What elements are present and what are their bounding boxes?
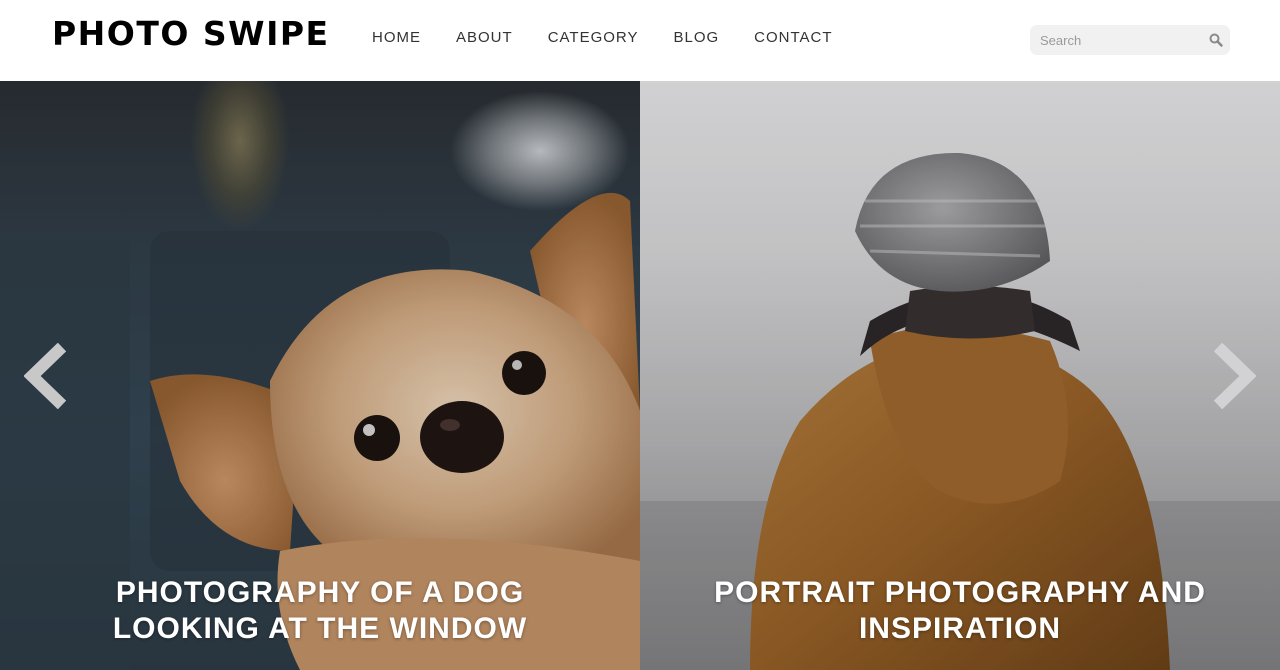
nav-blog[interactable]: BLOG [673, 29, 719, 46]
slide-portrait[interactable]: PORTRAIT PHOTOGRAPHY AND INSPIRATION [640, 81, 1280, 670]
caption-line: INSPIRATION [858, 612, 1062, 645]
nav-home[interactable]: HOME [372, 29, 421, 46]
nav-category[interactable]: CATEGORY [548, 29, 639, 46]
chevron-left-icon[interactable] [23, 342, 68, 410]
nav-contact[interactable]: CONTACT [754, 29, 832, 46]
search-box [1030, 25, 1230, 55]
main-nav: HOME ABOUT CATEGORY BLOG CONTACT [372, 29, 868, 46]
search-input[interactable] [1030, 25, 1200, 55]
site-logo[interactable]: PHOTO SWIPE [52, 14, 330, 53]
slide-caption: PORTRAIT PHOTOGRAPHY AND INSPIRATION [640, 575, 1280, 647]
chevron-right-icon[interactable] [1212, 342, 1257, 410]
caption-line: LOOKING AT THE WINDOW [112, 612, 528, 645]
slide-caption: PHOTOGRAPHY OF A DOG LOOKING AT THE WIND… [0, 575, 640, 647]
nav-about[interactable]: ABOUT [456, 29, 513, 46]
caption-line: PORTRAIT PHOTOGRAPHY AND [714, 576, 1206, 609]
search-icon[interactable] [1208, 32, 1224, 48]
caption-line: PHOTOGRAPHY OF A DOG [115, 576, 525, 609]
site-header: PHOTO SWIPE HOME ABOUT CATEGORY BLOG CON… [0, 0, 1280, 81]
slide-dog[interactable]: PHOTOGRAPHY OF A DOG LOOKING AT THE WIND… [0, 81, 640, 670]
